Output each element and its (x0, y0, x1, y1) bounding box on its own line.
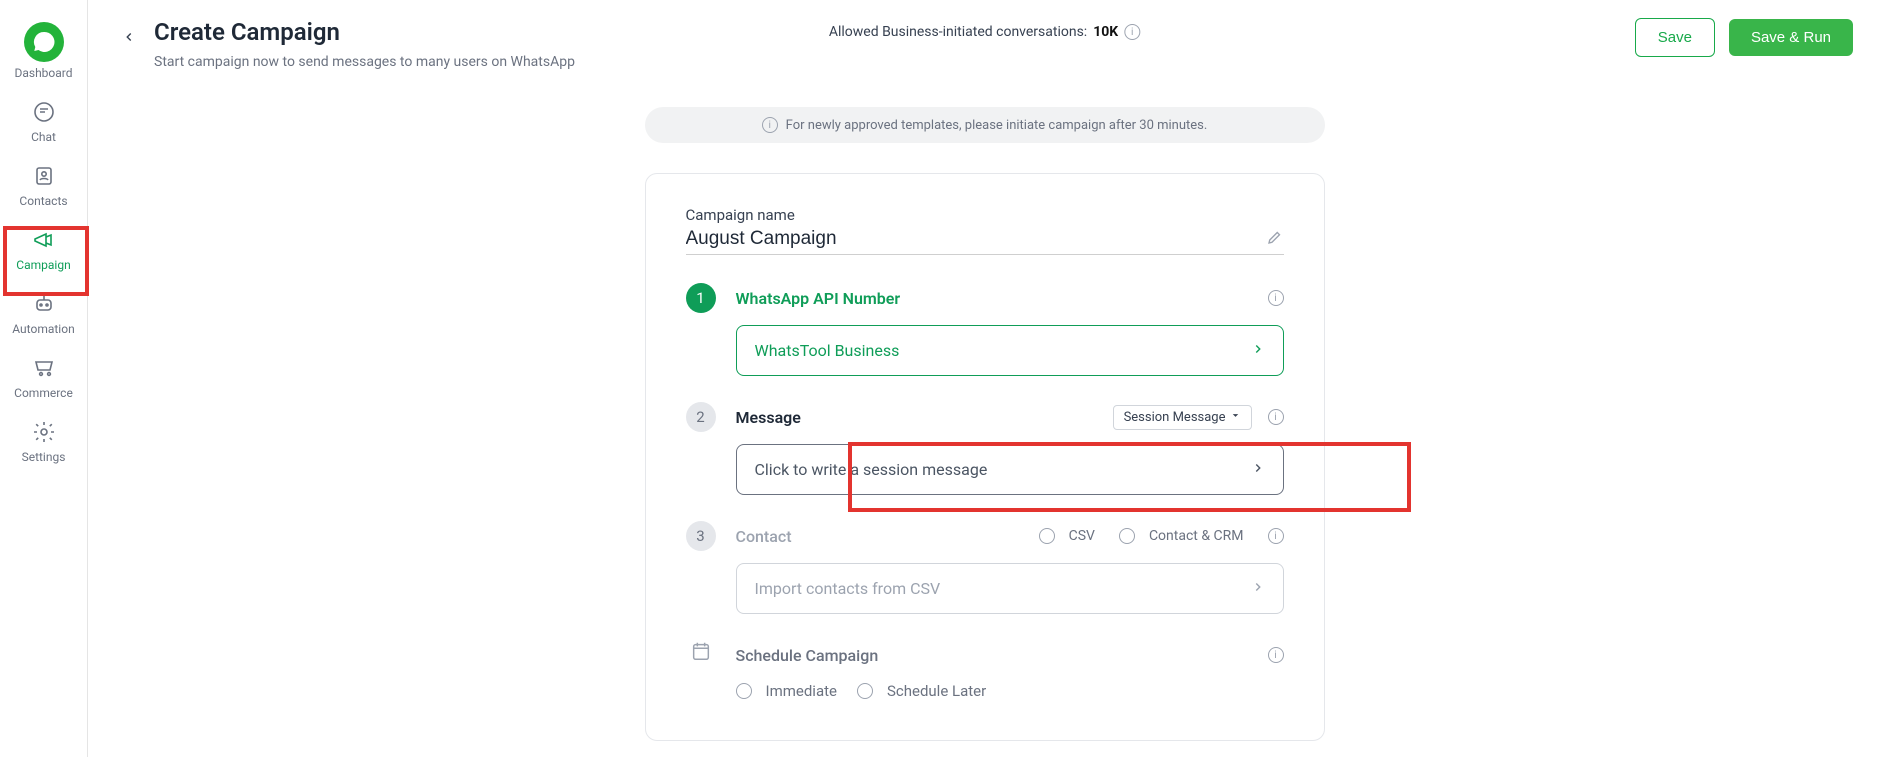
message-type-value: Session Message (1124, 410, 1226, 425)
schedule-immediate-radio[interactable]: Immediate (736, 682, 837, 700)
sidebar: Dashboard Chat Contacts Campaign Automat… (0, 0, 88, 757)
notice-text: For newly approved templates, please ini… (786, 118, 1208, 133)
allowed-label: Allowed Business-initiated conversations… (829, 24, 1087, 40)
radio-icon (736, 683, 752, 699)
sidebar-item-chat[interactable]: Chat (0, 88, 87, 152)
campaign-card: Campaign name 1 WhatsApp API Number (645, 173, 1325, 741)
campaign-name-label: Campaign name (686, 206, 1284, 224)
save-run-button[interactable]: Save & Run (1729, 19, 1853, 56)
radio-icon (1039, 528, 1055, 544)
sidebar-label-dashboard: Dashboard (14, 66, 72, 80)
step-3-number: 3 (686, 521, 716, 551)
topbar: Create Campaign Start campaign now to se… (88, 0, 1881, 79)
contacts-icon (32, 164, 56, 188)
schedule-later-radio[interactable]: Schedule Later (857, 682, 986, 700)
schedule-title: Schedule Campaign (736, 646, 879, 665)
sidebar-item-contacts[interactable]: Contacts (0, 152, 87, 216)
info-icon[interactable]: i (1268, 409, 1284, 425)
chevron-right-icon (1251, 340, 1265, 361)
step-2-number: 2 (686, 402, 716, 432)
info-icon[interactable]: i (1124, 24, 1140, 40)
import-contacts-label: Import contacts from CSV (755, 579, 941, 598)
info-icon[interactable]: i (1268, 528, 1284, 544)
sidebar-label-campaign: Campaign (16, 258, 70, 272)
save-button[interactable]: Save (1635, 18, 1715, 57)
sidebar-label-settings: Settings (22, 450, 66, 464)
radio-icon (857, 683, 873, 699)
allowed-value: 10K (1093, 24, 1118, 40)
sidebar-item-commerce[interactable]: Commerce (0, 344, 87, 408)
sidebar-item-settings[interactable]: Settings (0, 408, 87, 472)
gear-icon (32, 420, 56, 444)
cart-icon (32, 356, 56, 380)
step-message-title: Message (736, 408, 801, 427)
api-number-value: WhatsTool Business (755, 341, 900, 360)
chevron-down-icon (1230, 410, 1241, 425)
back-button[interactable] (116, 24, 142, 50)
contact-source-crm[interactable]: Contact & CRM (1119, 528, 1244, 544)
edit-icon[interactable] (1266, 228, 1284, 250)
main: Create Campaign Start campaign now to se… (88, 0, 1881, 757)
write-session-message-button[interactable]: Click to write a session message (736, 444, 1284, 495)
sidebar-item-dashboard[interactable]: Dashboard (0, 10, 87, 88)
chevron-right-icon (1251, 459, 1265, 480)
message-type-dropdown[interactable]: Session Message (1113, 405, 1252, 430)
step-api-title: WhatsApp API Number (736, 289, 901, 308)
chat-icon (32, 100, 56, 124)
session-message-placeholder: Click to write a session message (755, 460, 988, 479)
template-notice: i For newly approved templates, please i… (645, 107, 1325, 143)
robot-icon (32, 292, 56, 316)
page-subtitle: Start campaign now to send messages to m… (154, 54, 575, 70)
sidebar-item-automation[interactable]: Automation (0, 280, 87, 344)
chevron-right-icon (1251, 578, 1265, 599)
campaign-name-input[interactable] (686, 228, 1266, 250)
sidebar-label-chat: Chat (31, 130, 56, 144)
sidebar-label-automation: Automation (12, 322, 74, 336)
allowed-conversations: Allowed Business-initiated conversations… (829, 24, 1140, 40)
info-icon: i (762, 117, 778, 133)
step-1-number: 1 (686, 283, 716, 313)
radio-icon (1119, 528, 1135, 544)
sidebar-label-contacts: Contacts (19, 194, 67, 208)
step-contact-title: Contact (736, 527, 792, 546)
import-contacts-button[interactable]: Import contacts from CSV (736, 563, 1284, 614)
api-number-select[interactable]: WhatsTool Business (736, 325, 1284, 376)
contact-source-csv[interactable]: CSV (1039, 528, 1095, 544)
sidebar-label-commerce: Commerce (14, 386, 73, 400)
megaphone-icon (32, 228, 56, 252)
info-icon[interactable]: i (1268, 290, 1284, 306)
calendar-icon (686, 640, 716, 662)
sidebar-item-campaign[interactable]: Campaign (0, 216, 87, 280)
page-title: Create Campaign (154, 18, 575, 46)
info-icon[interactable]: i (1268, 647, 1284, 663)
app-logo (24, 22, 64, 62)
